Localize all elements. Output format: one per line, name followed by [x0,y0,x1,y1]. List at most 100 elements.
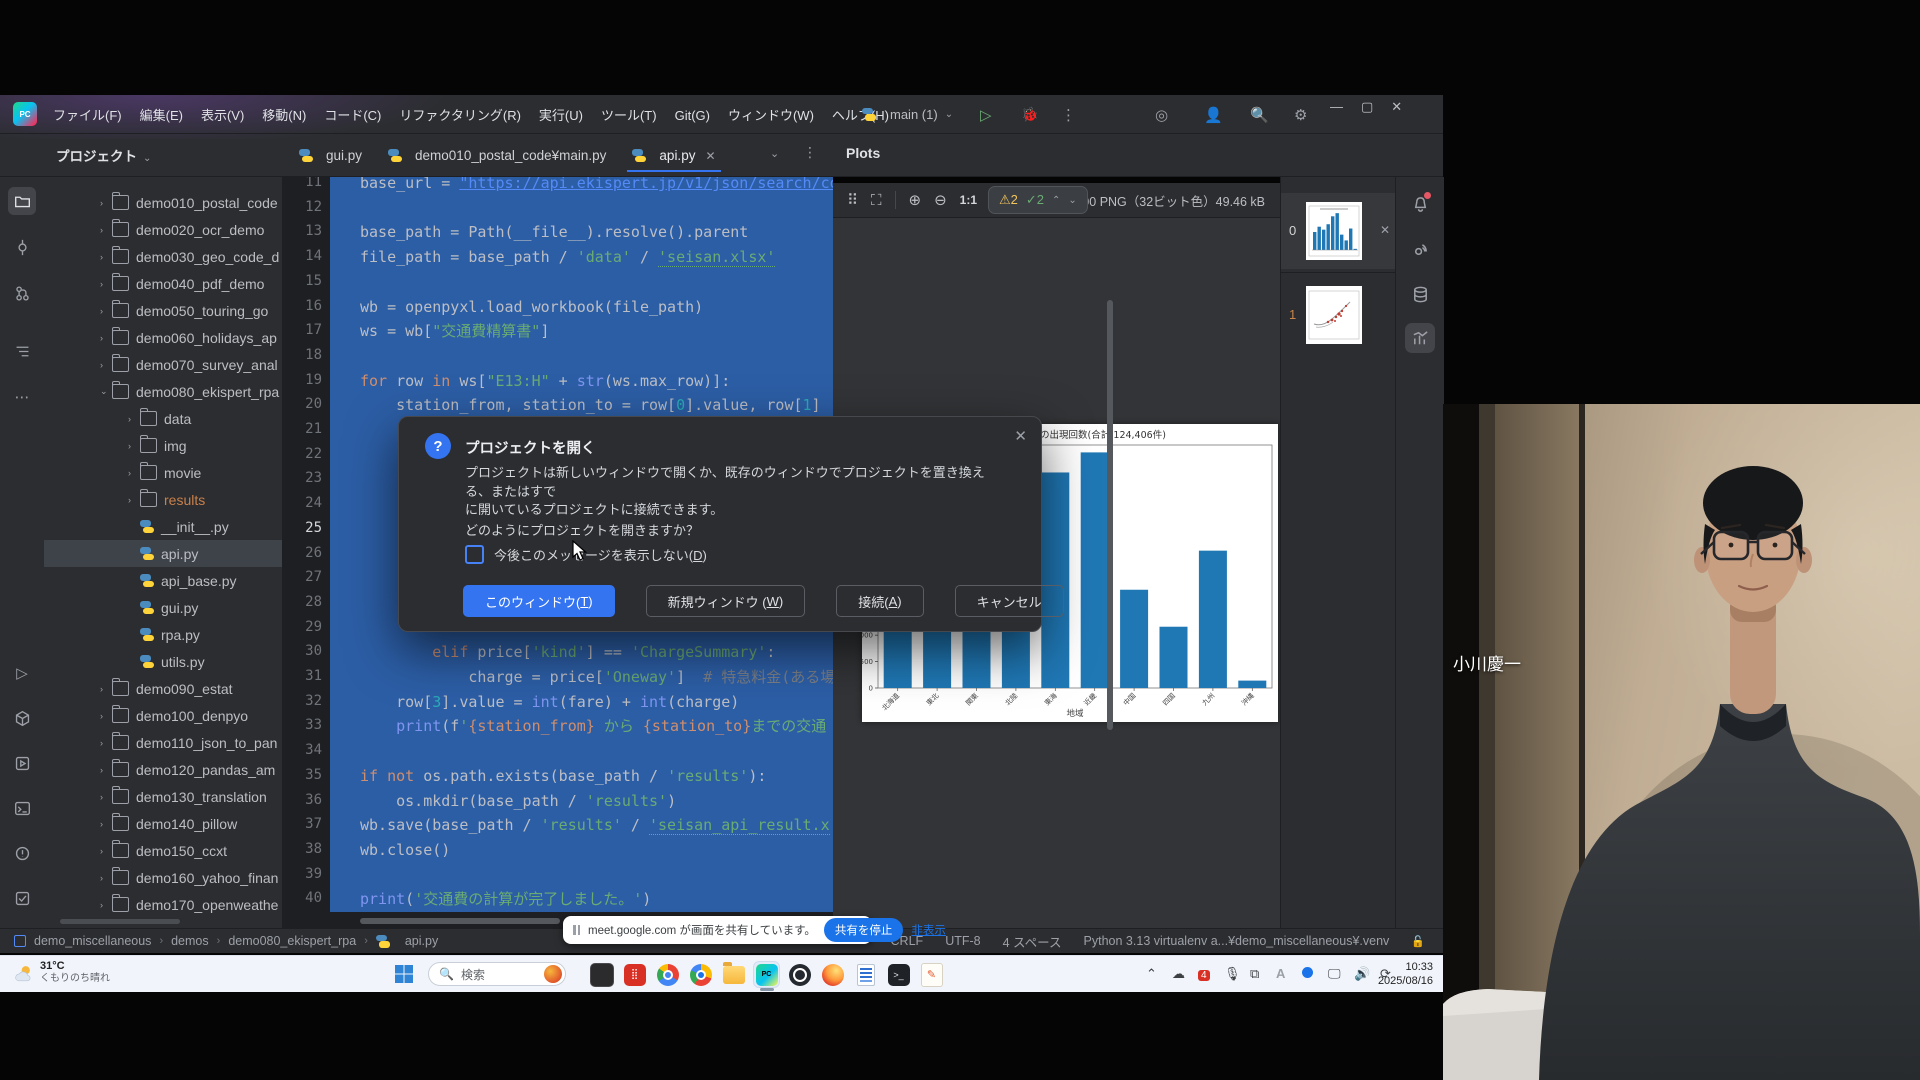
close-button[interactable]: ✕ [1391,99,1402,115]
grid-icon[interactable]: ⠿ [847,191,858,209]
problems-icon[interactable] [8,839,36,867]
chevron-right-icon[interactable]: › [100,306,112,316]
status-right-widgets[interactable]: CRLFUTF-84 スペースPython 3.13 virtualenv a.… [891,932,1425,951]
chevron-down-icon[interactable]: ⌄ [100,386,112,397]
dialog-button-キャンセル[interactable]: キャンセル [955,585,1064,617]
tray-recorder-badge-4[interactable]: 4 [1198,966,1210,983]
menu-6[interactable]: 実行(U) [530,95,592,124]
tab-demo010_postal_code¥main.py[interactable]: demo010_postal_code¥main.py [375,139,619,172]
ai-assistant-icon[interactable]: ◎ [1155,106,1168,124]
tree-horizontal-scrollbar[interactable] [60,919,180,924]
taskbar-weather-widget[interactable]: 31°C くもりのち晴れ [12,960,110,985]
taskbar-app-chrome-2[interactable] [687,961,714,988]
run-tool-icon[interactable]: ▷ [8,659,36,687]
dialog-button-このウィンドウ(T)[interactable]: このウィンドウ(T) [463,585,615,617]
stop-sharing-button[interactable]: 共有を停止 [824,918,904,942]
tray-monitor[interactable]: 🖵 [1328,966,1341,981]
run-button[interactable]: ▷ [980,106,992,124]
taskbar-app-pycharm[interactable]: PC [753,961,780,988]
taskbar-app-widgets-dark[interactable] [588,961,615,988]
breadcrumb-demo080_ekispert_rpa[interactable]: demo080_ekispert_rpa [228,934,356,948]
taskbar-app-github[interactable] [786,961,813,988]
terminal-icon[interactable] [8,794,36,822]
plot-thumbnail-0[interactable]: 0 ✕ [1281,193,1396,269]
notifications-bell-icon[interactable] [1405,189,1435,219]
tree-item-demo020_ocr_demo[interactable]: ›demo020_ocr_demo [44,216,282,243]
more-actions-kebab-icon[interactable]: ⋮ [1061,106,1076,124]
tree-item-utils.py[interactable]: utils.py [44,648,282,675]
tree-item-img[interactable]: ›img [44,432,282,459]
tray-snip[interactable]: ⧉ [1250,966,1259,981]
taskbar-app-terminal[interactable]: >_ [885,961,912,988]
chevron-right-icon[interactable]: › [100,198,112,208]
chevron-right-icon[interactable]: › [100,333,112,343]
tree-item-__init__.py[interactable]: __init__.py [44,513,282,540]
tree-item-demo090_estat[interactable]: ›demo090_estat [44,675,282,702]
hidden-tabs-chevron-icon[interactable]: ⌄ [770,147,779,160]
menu-0[interactable]: ファイル(F) [44,95,131,124]
tray-chevron-up[interactable]: ⌃ [1146,966,1157,981]
chevron-right-icon[interactable]: › [100,846,112,856]
plot-thumbnail-1[interactable]: 1 [1281,277,1396,353]
tree-item-api_base.py[interactable]: api_base.py [44,567,282,594]
plots-chart-icon[interactable] [1405,323,1435,353]
minimize-button[interactable]: — [1330,99,1343,115]
tree-item-demo160_yahoo_finan[interactable]: ›demo160_yahoo_finan [44,864,282,891]
status-item[interactable]: UTF-8 [945,934,980,948]
tree-item-demo030_geo_code_d[interactable]: ›demo030_geo_code_d [44,243,282,270]
taskbar-app-notes[interactable]: ✎ [918,961,945,988]
editor-horizontal-scrollbar[interactable] [360,918,560,924]
tree-item-demo170_openweathe[interactable]: ›demo170_openweathe [44,891,282,918]
tray-ime-a[interactable]: A [1276,966,1285,981]
database-icon[interactable] [1405,279,1435,309]
chevron-right-icon[interactable]: › [100,792,112,802]
menu-2[interactable]: 表示(V) [192,95,253,124]
tree-item-api.py[interactable]: api.py [44,540,282,567]
close-icon[interactable]: ✕ [705,149,715,163]
menu-4[interactable]: コード(C) [315,95,390,124]
tree-item-rpa.py[interactable]: rpa.py [44,621,282,648]
tree-item-demo150_ccxt[interactable]: ›demo150_ccxt [44,837,282,864]
project-folder-icon[interactable] [8,187,36,215]
menu-8[interactable]: Git(G) [666,98,719,123]
menu-9[interactable]: ウィンドウ(W) [719,95,823,124]
chevron-right-icon[interactable]: › [128,495,140,505]
taskbar-clock[interactable]: 10:33 2025/08/16 [1378,960,1433,988]
zoom-ratio-label[interactable]: 1:1 [960,193,977,207]
tree-item-demo140_pillow[interactable]: ›demo140_pillow [44,810,282,837]
start-button[interactable] [394,964,414,984]
taskbar-app-explorer[interactable] [720,961,747,988]
tree-item-results[interactable]: ›results [44,486,282,513]
breadcrumb-demos[interactable]: demos [171,934,209,948]
taskbar-app-excel-doc[interactable] [852,961,879,988]
menu-7[interactable]: ツール(T) [592,95,666,124]
crop-frame-icon[interactable]: ⛶ [871,192,882,209]
chevron-right-icon[interactable]: › [100,738,112,748]
close-icon[interactable]: ✕ [1014,427,1027,445]
tree-item-demo010_postal_code[interactable]: ›demo010_postal_code [44,189,282,216]
tray-onedrive[interactable]: ☁ [1172,966,1185,981]
checkbox[interactable] [465,545,484,564]
zoom-in-icon[interactable]: ⊕ [909,191,922,209]
unlock-icon[interactable]: 🔓 [1411,935,1425,948]
chevron-right-icon[interactable]: › [100,711,112,721]
tree-item-data[interactable]: ›data [44,405,282,432]
tree-item-movie[interactable]: ›movie [44,459,282,486]
tray-meet-cam[interactable] [1302,966,1313,981]
ai-chat-icon[interactable] [1405,235,1435,265]
chevron-right-icon[interactable]: › [128,441,140,451]
tree-item-demo060_holidays_ap[interactable]: ›demo060_holidays_ap [44,324,282,351]
debug-button[interactable]: 🐞 [1021,106,1038,123]
chevron-right-icon[interactable]: › [100,819,112,829]
menu-5[interactable]: リファクタリング(R) [390,95,530,124]
more-tool-windows-icon[interactable]: ⋯ [8,383,36,411]
chevron-right-icon[interactable]: › [100,225,112,235]
breadcrumb-demo_miscellaneous[interactable]: demo_miscellaneous [34,934,151,948]
chevron-right-icon[interactable]: › [100,900,112,910]
tree-item-demo100_denpyo[interactable]: ›demo100_denpyo [44,702,282,729]
tray-microphone[interactable]: 🎙 [1224,966,1241,981]
tree-item-demo110_json_to_pan[interactable]: ›demo110_json_to_pan [44,729,282,756]
python-packages-icon[interactable] [8,704,36,732]
breadcrumb[interactable]: demo_miscellaneous›demos›demo080_ekisper… [0,934,438,948]
taskbar-app-chrome[interactable] [654,961,681,988]
